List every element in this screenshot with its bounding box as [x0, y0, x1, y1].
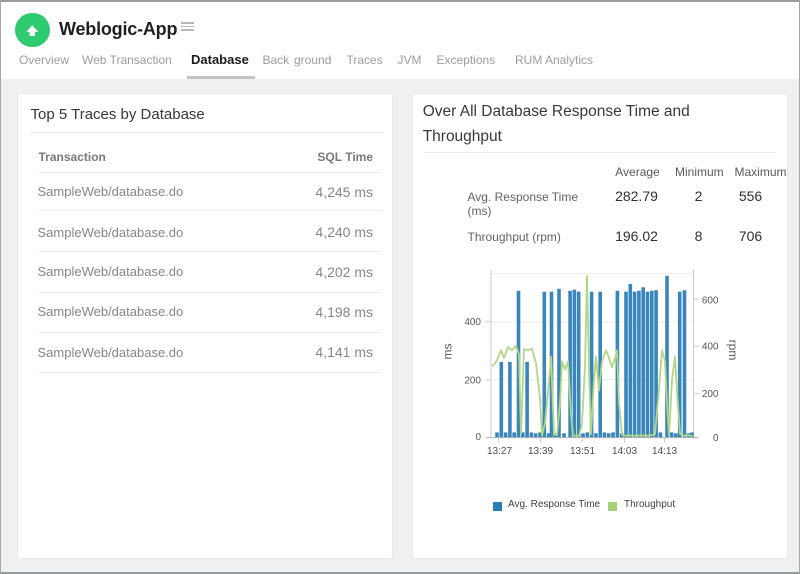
- svg-text:400: 400: [702, 342, 719, 353]
- svg-text:13:39: 13:39: [528, 446, 553, 456]
- svg-text:200: 200: [464, 376, 481, 387]
- svg-text:600: 600: [702, 296, 719, 307]
- svg-text:13:27: 13:27: [487, 446, 512, 456]
- svg-text:14:03: 14:03: [612, 446, 637, 456]
- svg-text:14:13: 14:13: [652, 446, 677, 456]
- svg-text:0: 0: [713, 433, 719, 444]
- svg-text:ms: ms: [441, 344, 455, 360]
- svg-text:rpm: rpm: [726, 340, 740, 361]
- svg-text:13:51: 13:51: [570, 446, 595, 456]
- svg-text:0: 0: [475, 432, 481, 443]
- svg-text:200: 200: [702, 389, 719, 400]
- svg-text:400: 400: [464, 317, 481, 328]
